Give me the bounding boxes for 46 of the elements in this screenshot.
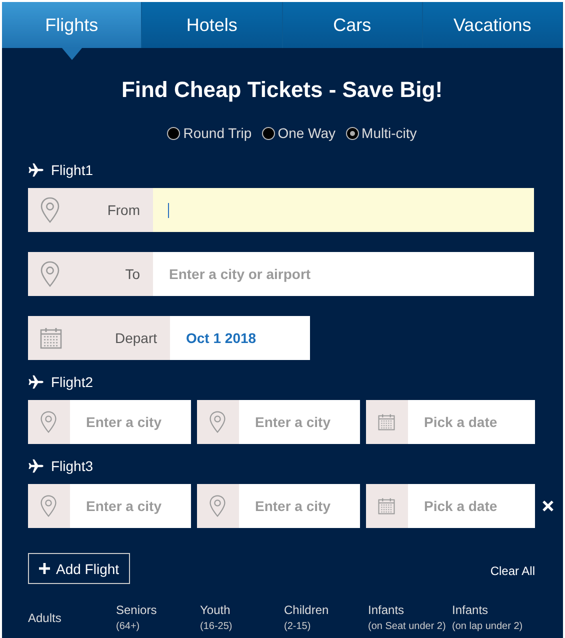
field-label: From <box>107 202 140 218</box>
text-cursor <box>168 202 169 218</box>
age-note: (16-25) <box>200 621 234 632</box>
passenger-type-label: Adults <box>28 610 62 624</box>
field-label: Depart <box>114 330 157 346</box>
location-pin-icon <box>40 197 60 223</box>
tab[interactable]: Cars <box>282 2 423 48</box>
passenger-type-label: Youth <box>200 603 232 617</box>
clear-all-link[interactable]: Clear All <box>490 564 535 578</box>
add-flight-button[interactable]: Add Flight <box>28 553 130 584</box>
airplane-icon <box>28 459 44 473</box>
location-pin-icon <box>209 409 226 435</box>
city-field[interactable]: To Enter a city or airport <box>28 252 534 296</box>
radio-label: Multi-city <box>362 125 417 141</box>
passenger-type-label: Infants <box>368 603 406 617</box>
close-icon[interactable] <box>542 500 554 512</box>
field-label: To <box>125 266 140 282</box>
tab[interactable]: Hotels <box>142 2 282 48</box>
passenger-type-label: Seniors <box>116 603 158 617</box>
age-note: (64+) <box>116 621 141 632</box>
tab[interactable]: Vacations <box>422 2 563 48</box>
radio-label: Round Trip <box>183 125 252 141</box>
page-title: Find Cheap Tickets - Save Big! <box>120 77 444 103</box>
flight-label: Flight1 <box>51 162 94 178</box>
passenger-type-label: Children <box>284 603 330 617</box>
airplane-icon <box>28 163 44 177</box>
age-note: (on Seat under 2) <box>368 621 447 632</box>
city-field[interactable]: From <box>28 188 534 232</box>
flight-label: Flight2 <box>51 374 94 390</box>
plus-icon <box>39 563 50 574</box>
calendar-icon <box>40 327 62 349</box>
radio-button[interactable] <box>262 126 275 140</box>
selected-tab-pointer <box>62 48 82 60</box>
age-note: (on lap under 2) <box>452 621 524 632</box>
date-field[interactable]: Depart Oct 1 2018 <box>28 316 310 360</box>
age-note: (2-15) <box>284 621 312 632</box>
radio-button[interactable] <box>167 126 180 140</box>
location-pin-icon <box>40 409 57 435</box>
location-pin-icon <box>209 493 226 519</box>
location-pin-icon <box>40 261 60 287</box>
flight-label: Flight3 <box>51 458 94 474</box>
location-pin-icon <box>40 493 57 519</box>
passenger-type-label: Infants <box>452 603 490 617</box>
radio-label: One Way <box>278 125 336 141</box>
radio-button[interactable] <box>346 126 359 140</box>
airplane-icon <box>28 375 44 389</box>
